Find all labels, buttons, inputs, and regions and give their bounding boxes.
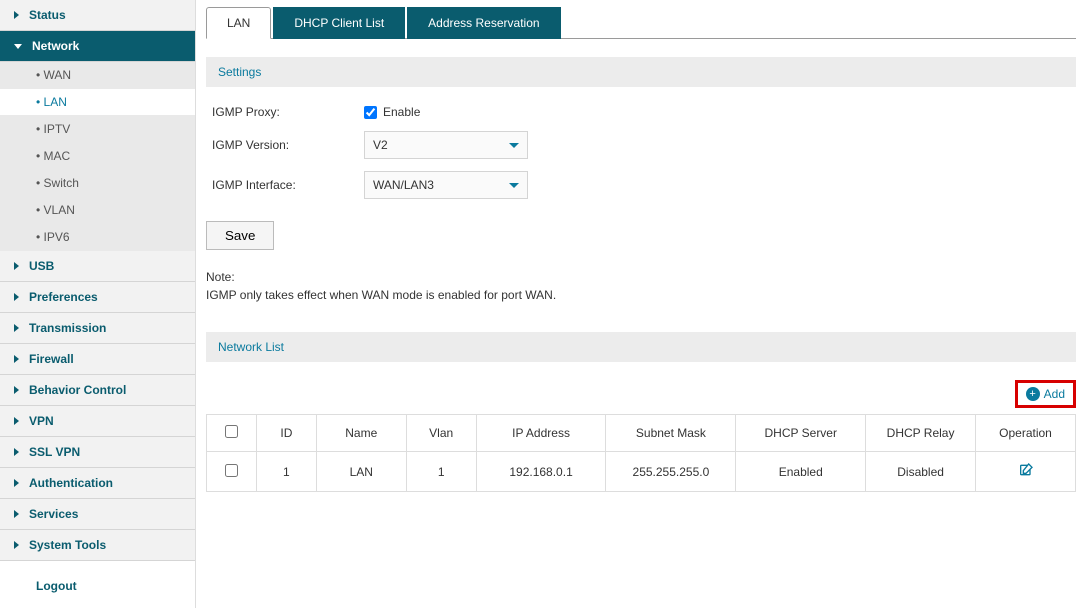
nav-label: VPN (29, 414, 54, 428)
caret-down-icon (509, 143, 519, 148)
sidebar-item-firewall[interactable]: Firewall (0, 344, 195, 375)
sidebar-item-system-tools[interactable]: System Tools (0, 530, 195, 561)
table-header-row: ID Name Vlan IP Address Subnet Mask DHCP… (207, 415, 1076, 452)
network-list-header: Network List (206, 332, 1076, 362)
nav-label: Transmission (29, 321, 106, 335)
caret-down-icon (509, 183, 519, 188)
chevron-right-icon (14, 448, 19, 456)
chevron-right-icon (14, 293, 19, 301)
nav-label: System Tools (29, 538, 106, 552)
save-button[interactable]: Save (206, 221, 274, 250)
nav-label: SSL VPN (29, 445, 80, 459)
add-label: Add (1044, 387, 1065, 401)
sidebar-item-usb[interactable]: USB (0, 251, 195, 282)
chevron-right-icon (14, 355, 19, 363)
nav-label: Behavior Control (29, 383, 126, 397)
col-ip: IP Address (476, 415, 606, 452)
col-id: ID (256, 415, 316, 452)
sidebar-item-wan[interactable]: WAN (0, 62, 195, 89)
select-all-checkbox[interactable] (225, 425, 238, 438)
add-button[interactable]: + Add (1015, 380, 1076, 408)
tab-address-reservation[interactable]: Address Reservation (407, 7, 560, 39)
nav-label: Network (32, 39, 79, 53)
cell-id: 1 (256, 452, 316, 492)
cell-dhcp-server: Enabled (736, 452, 866, 492)
sidebar: Status Network WAN LAN IPTV MAC Switch V… (0, 0, 196, 608)
igmp-version-select[interactable]: V2 (364, 131, 528, 159)
network-list-table: ID Name Vlan IP Address Subnet Mask DHCP… (206, 414, 1076, 492)
logout-link[interactable]: Logout (0, 561, 195, 603)
sidebar-item-network[interactable]: Network (0, 31, 195, 62)
chevron-right-icon (14, 11, 19, 19)
sidebar-item-ipv6[interactable]: IPV6 (0, 224, 195, 251)
table-row: 1 LAN 1 192.168.0.1 255.255.255.0 Enable… (207, 452, 1076, 492)
chevron-right-icon (14, 479, 19, 487)
sidebar-item-transmission[interactable]: Transmission (0, 313, 195, 344)
sidebar-item-behavior-control[interactable]: Behavior Control (0, 375, 195, 406)
col-name: Name (316, 415, 406, 452)
sidebar-item-mac[interactable]: MAC (0, 143, 195, 170)
note-block: Note: IGMP only takes effect when WAN mo… (206, 268, 1076, 304)
tab-dhcp-client-list[interactable]: DHCP Client List (273, 7, 405, 39)
cell-mask: 255.255.255.0 (606, 452, 736, 492)
chevron-right-icon (14, 324, 19, 332)
main-content: LAN DHCP Client List Address Reservation… (196, 0, 1086, 608)
cell-name: LAN (316, 452, 406, 492)
igmp-proxy-label: IGMP Proxy: (206, 105, 364, 119)
edit-icon[interactable] (1018, 467, 1034, 481)
col-dhcp-relay: DHCP Relay (866, 415, 976, 452)
row-checkbox[interactable] (225, 464, 238, 477)
col-mask: Subnet Mask (606, 415, 736, 452)
col-operation: Operation (976, 415, 1076, 452)
tab-bar: LAN DHCP Client List Address Reservation (206, 6, 1076, 39)
select-value: WAN/LAN3 (373, 178, 434, 192)
nav-label: Status (29, 8, 66, 22)
sidebar-item-lan[interactable]: LAN (0, 89, 195, 116)
igmp-proxy-checkbox[interactable] (364, 106, 377, 119)
network-submenu: WAN LAN IPTV MAC Switch VLAN IPV6 (0, 62, 195, 251)
chevron-right-icon (14, 386, 19, 394)
settings-header: Settings (206, 57, 1076, 87)
chevron-right-icon (14, 510, 19, 518)
cell-operation (976, 452, 1076, 492)
cell-vlan: 1 (406, 452, 476, 492)
nav-label: Firewall (29, 352, 74, 366)
note-body: IGMP only takes effect when WAN mode is … (206, 286, 1076, 304)
sidebar-item-status[interactable]: Status (0, 0, 195, 31)
enable-text: Enable (383, 105, 420, 119)
sidebar-item-iptv[interactable]: IPTV (0, 116, 195, 143)
sidebar-item-services[interactable]: Services (0, 499, 195, 530)
nav-label: USB (29, 259, 54, 273)
chevron-right-icon (14, 262, 19, 270)
sidebar-item-switch[interactable]: Switch (0, 170, 195, 197)
plus-icon: + (1026, 387, 1040, 401)
chevron-right-icon (14, 541, 19, 549)
sidebar-item-vlan[interactable]: VLAN (0, 197, 195, 224)
tab-lan[interactable]: LAN (206, 7, 271, 39)
igmp-interface-select[interactable]: WAN/LAN3 (364, 171, 528, 199)
igmp-interface-label: IGMP Interface: (206, 178, 364, 192)
sidebar-item-ssl-vpn[interactable]: SSL VPN (0, 437, 195, 468)
chevron-right-icon (14, 417, 19, 425)
chevron-down-icon (14, 44, 22, 49)
select-value: V2 (373, 138, 388, 152)
nav-label: Authentication (29, 476, 113, 490)
igmp-version-label: IGMP Version: (206, 138, 364, 152)
nav-label: Services (29, 507, 78, 521)
cell-dhcp-relay: Disabled (866, 452, 976, 492)
note-heading: Note: (206, 268, 1076, 286)
cell-ip: 192.168.0.1 (476, 452, 606, 492)
nav-label: Preferences (29, 290, 98, 304)
sidebar-item-preferences[interactable]: Preferences (0, 282, 195, 313)
sidebar-item-authentication[interactable]: Authentication (0, 468, 195, 499)
col-dhcp-server: DHCP Server (736, 415, 866, 452)
sidebar-item-vpn[interactable]: VPN (0, 406, 195, 437)
col-vlan: Vlan (406, 415, 476, 452)
